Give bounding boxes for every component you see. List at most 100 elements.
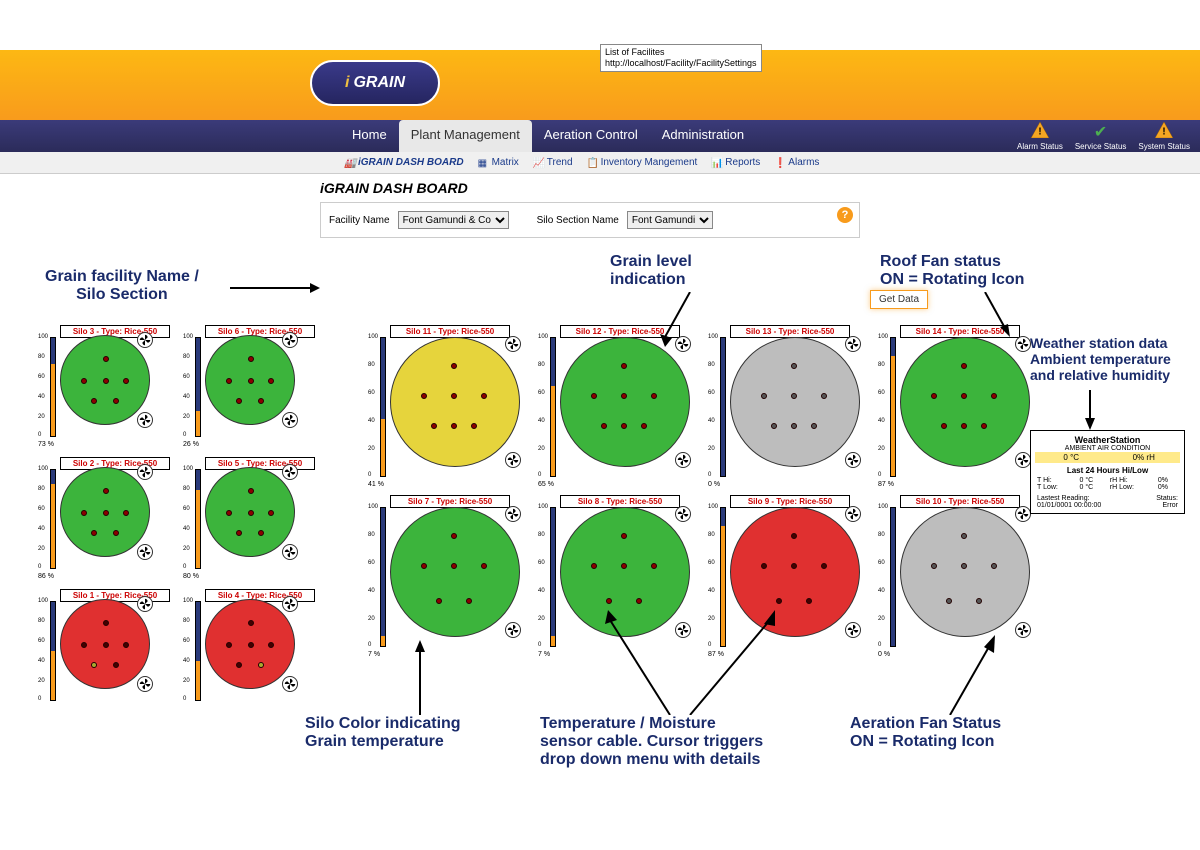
silo-section-select[interactable]: Font Gamundi (627, 211, 713, 229)
level-gauge: 100806040200 (38, 601, 56, 701)
get-data-button[interactable]: Get Data (870, 290, 928, 309)
alarm-icon: ❗ (774, 158, 786, 168)
alarm-status-label: Alarm Status (1017, 142, 1063, 151)
silo-label: Silo 10 - Type: Rice-550 (900, 495, 1020, 508)
tooltip-line1: List of Facilites (605, 47, 757, 58)
system-status-label: System Status (1138, 142, 1190, 151)
level-percent: 26 % (183, 441, 199, 448)
level-gauge: 100806040200 (368, 507, 386, 647)
warning-icon: ! (1031, 122, 1049, 138)
silo-13[interactable]: Silo 13 - Type: Rice-550 100806040200 0 … (730, 325, 850, 338)
reports-icon: 📊 (711, 158, 723, 168)
silo-5[interactable]: Silo 5 - Type: Rice-550 100806040200 80 … (205, 457, 315, 470)
service-status-label: Service Status (1075, 142, 1127, 151)
aeration-fan-icon (505, 622, 521, 638)
matrix-icon: ▦ (478, 158, 490, 168)
roof-fan-icon (675, 506, 691, 522)
silo-circle[interactable] (205, 467, 295, 557)
service-status[interactable]: ✔ Service Status (1075, 122, 1127, 151)
silo-circle[interactable] (730, 507, 860, 637)
level-percent: 7 % (538, 651, 550, 658)
facility-name-select[interactable]: Font Gamundi & Co (398, 211, 509, 229)
silo-circle[interactable] (390, 507, 520, 637)
status-icons: ! Alarm Status ✔ Service Status ! System… (1017, 122, 1190, 151)
level-gauge: 100806040200 (38, 469, 56, 569)
subnav-reports[interactable]: 📊Reports (707, 157, 764, 168)
roof-fan-icon (675, 336, 691, 352)
roof-fan-icon (505, 336, 521, 352)
silo-10[interactable]: Silo 10 - Type: Rice-550 100806040200 0 … (900, 495, 1020, 508)
silo-circle[interactable] (60, 335, 150, 425)
level-gauge: 100806040200 (38, 337, 56, 437)
level-gauge: 100806040200 (708, 337, 726, 477)
silo-1[interactable]: Silo 1 - Type: Rice-550 100806040200 (60, 589, 170, 602)
silo-circle[interactable] (900, 337, 1030, 467)
facility-tooltip: List of Facilites http://localhost/Facil… (600, 44, 762, 72)
silo-11[interactable]: Silo 11 - Type: Rice-550 100806040200 41… (390, 325, 510, 338)
roof-fan-icon (137, 332, 153, 348)
nav-aeration[interactable]: Aeration Control (532, 120, 650, 152)
silo-9[interactable]: Silo 9 - Type: Rice-550 100806040200 87 … (730, 495, 850, 508)
inventory-icon: 📋 (587, 158, 599, 168)
logo-text: GRAIN (353, 74, 405, 92)
silo-label: Silo 7 - Type: Rice-550 (390, 495, 510, 508)
roof-fan-icon (505, 506, 521, 522)
aeration-fan-icon (137, 676, 153, 692)
subnav-dashboard[interactable]: 🏭iGRAIN DASH BOARD (340, 157, 468, 168)
subnav-inventory[interactable]: 📋Inventory Mangement (583, 157, 702, 168)
silo-circle[interactable] (205, 599, 295, 689)
roof-fan-icon (282, 464, 298, 480)
weather-title: WeatherStation (1035, 435, 1180, 445)
nav-admin[interactable]: Administration (650, 120, 756, 152)
silo-4[interactable]: Silo 4 - Type: Rice-550 100806040200 (205, 589, 315, 602)
silo-8[interactable]: Silo 8 - Type: Rice-550 100806040200 7 % (560, 495, 680, 508)
silo-circle[interactable] (560, 507, 690, 637)
weather-rh: 0% rH (1108, 452, 1181, 463)
annotation-grain-level: Grain level indication (610, 253, 692, 289)
level-gauge: 100806040200 (878, 507, 896, 647)
aeration-fan-icon (675, 452, 691, 468)
silo-circle[interactable] (390, 337, 520, 467)
silo-grid: Silo 3 - Type: Rice-550 100806040200 73 … (20, 325, 1190, 840)
silo-circle[interactable] (60, 467, 150, 557)
system-status[interactable]: ! System Status (1138, 122, 1190, 151)
weather-hilow-title: Last 24 Hours Hi/Low (1035, 466, 1180, 475)
aeration-fan-icon (282, 676, 298, 692)
silo-3[interactable]: Silo 3 - Type: Rice-550 100806040200 73 … (60, 325, 170, 338)
warning-icon: ! (1155, 122, 1173, 138)
silo-circle[interactable] (730, 337, 860, 467)
level-gauge: 100806040200 (538, 337, 556, 477)
silo-circle[interactable] (560, 337, 690, 467)
roof-fan-icon (1015, 506, 1031, 522)
roof-fan-icon (845, 506, 861, 522)
level-percent: 65 % (538, 481, 554, 488)
level-gauge: 100806040200 (183, 337, 201, 437)
level-gauge: 100806040200 (183, 469, 201, 569)
main-nav: Home Plant Management Aeration Control A… (0, 120, 1200, 152)
aeration-fan-icon (137, 544, 153, 560)
subnav-matrix[interactable]: ▦Matrix (474, 157, 523, 168)
dashboard-header: iGRAIN DASH BOARD Facility Name Font Gam… (0, 174, 1200, 242)
level-percent: 86 % (38, 573, 54, 580)
sub-nav: 🏭iGRAIN DASH BOARD ▦Matrix 📈Trend 📋Inven… (0, 152, 1200, 174)
silo-2[interactable]: Silo 2 - Type: Rice-550 100806040200 86 … (60, 457, 170, 470)
aeration-fan-icon (137, 412, 153, 428)
arrow-icon (230, 278, 320, 298)
level-percent: 87 % (878, 481, 894, 488)
silo-circle[interactable] (205, 335, 295, 425)
annotation-facility: Grain facility Name / Silo Section (45, 268, 199, 304)
help-icon[interactable]: ? (837, 207, 853, 223)
silo-circle[interactable] (60, 599, 150, 689)
silo-14[interactable]: Silo 14 - Type: Rice-550 100806040200 87… (900, 325, 1020, 338)
silo-circle[interactable] (900, 507, 1030, 637)
silo-6[interactable]: Silo 6 - Type: Rice-550 100806040200 26 … (205, 325, 315, 338)
subnav-trend[interactable]: 📈Trend (529, 157, 577, 168)
alarm-status[interactable]: ! Alarm Status (1017, 122, 1063, 151)
facility-name-label: Facility Name (329, 215, 390, 226)
nav-plant-management[interactable]: Plant Management (399, 120, 532, 152)
aeration-fan-icon (845, 452, 861, 468)
silo-12[interactable]: Silo 12 - Type: Rice-550 100806040200 65… (560, 325, 680, 338)
nav-home[interactable]: Home (340, 120, 399, 152)
subnav-alarms[interactable]: ❗Alarms (770, 157, 823, 168)
silo-7[interactable]: Silo 7 - Type: Rice-550 100806040200 7 % (390, 495, 510, 508)
